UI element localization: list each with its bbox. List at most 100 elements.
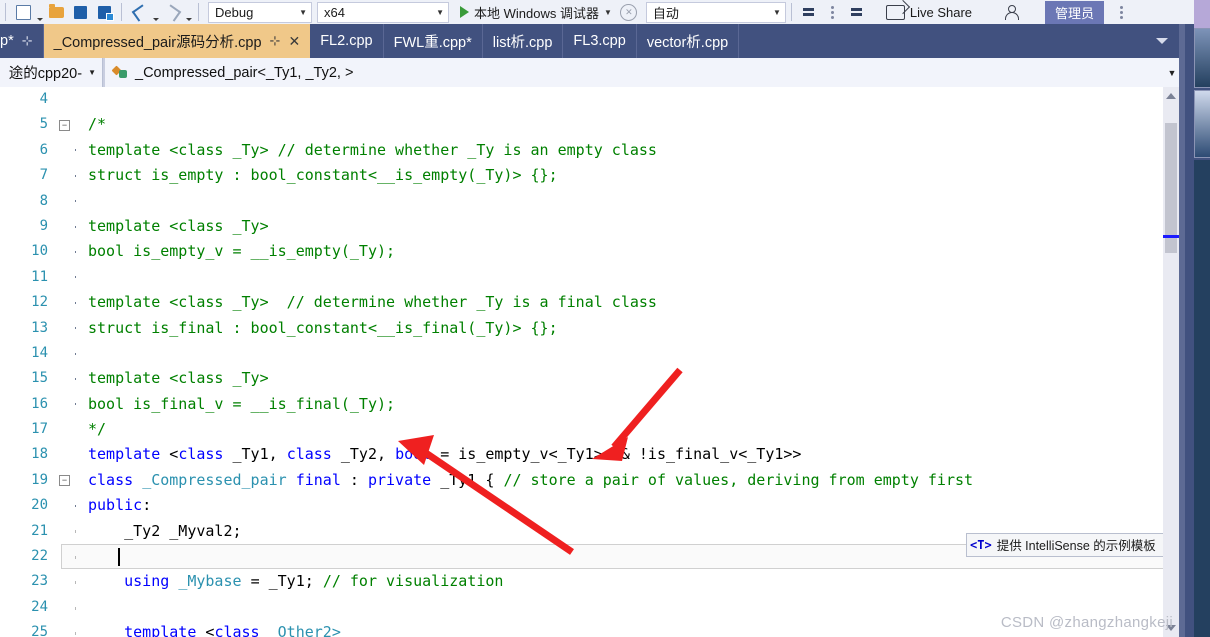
save-dropdown-caret[interactable]	[35, 0, 44, 24]
line-number: 15	[31, 370, 48, 387]
scroll-thumb[interactable]	[1165, 123, 1177, 253]
code-text[interactable]: struct is_final : bool_constant<__is_fin…	[84, 316, 1163, 341]
code-text[interactable]: */	[84, 417, 1163, 442]
code-line[interactable]: 13 struct is_final : bool_constant<__is_f…	[0, 316, 1163, 341]
code-text[interactable]: class _Compressed_pair final : private _…	[84, 468, 1163, 493]
code-text[interactable]: bool is_empty_v = __is_empty(_Ty);	[84, 239, 1163, 264]
line-number: 4	[39, 91, 48, 107]
tab-list[interactable]: list析.cpp	[483, 24, 564, 58]
toolbar-overflow-icon[interactable]	[1110, 1, 1134, 23]
code-line[interactable]: 24	[0, 595, 1163, 620]
open-folder-icon[interactable]	[44, 1, 68, 23]
code-line[interactable]: 14	[0, 341, 1163, 366]
code-text[interactable]: template <class _Ty1, class _Ty2, bool =…	[84, 442, 1163, 467]
scroll-up-arrow[interactable]	[1163, 89, 1179, 103]
code-line[interactable]: 25 template <class _Other2>	[0, 620, 1163, 637]
solution-explorer-edge[interactable]	[1179, 0, 1210, 637]
code-line[interactable]: 18 template <class _Ty1, class _Ty2, bool…	[0, 442, 1163, 467]
tab-label-fl2: FL2.cpp	[320, 33, 373, 49]
tab-vector[interactable]: vector析.cpp	[637, 24, 740, 58]
code-text[interactable]: template <class _Ty>	[84, 214, 1163, 239]
undo-icon[interactable]	[127, 1, 151, 23]
code-line[interactable]: 5− /*	[0, 112, 1163, 137]
code-line[interactable]: 6 template <class _Ty> // determine wheth…	[0, 138, 1163, 163]
live-share-button[interactable]: Live Share	[881, 1, 977, 23]
auto-combo[interactable]: 自动 ▼	[645, 1, 786, 23]
redo-icon[interactable]	[160, 1, 184, 23]
more-options-icon[interactable]	[821, 1, 845, 23]
toolbar-divider-4	[790, 3, 792, 21]
type-scope-combo[interactable]: _Compressed_pair<_Ty1, _Ty2, >	[103, 58, 1159, 87]
close-icon[interactable]: ✕	[288, 33, 300, 50]
pin-icon-partial[interactable]: ⊹	[22, 33, 33, 49]
start-debugging-label: 本地 Windows 调试器	[474, 5, 599, 21]
code-text[interactable]: /*	[84, 112, 1163, 137]
code-line[interactable]: 9 template <class _Ty>	[0, 214, 1163, 239]
code-token: public	[88, 496, 143, 515]
code-token: = _Ty1;	[250, 572, 323, 591]
code-token: bool	[395, 445, 441, 464]
redo-dropdown-caret[interactable]	[184, 0, 193, 24]
save-all-files-icon[interactable]	[92, 1, 116, 23]
platform-combo[interactable]: x64 ▼	[317, 1, 449, 23]
project-scope-combo[interactable]: 途的cpp20- ▼	[0, 58, 103, 87]
code-line[interactable]: 20 public:	[0, 493, 1163, 518]
code-line[interactable]: 16 bool is_final_v = __is_final(_Ty);	[0, 392, 1163, 417]
save-all-icon[interactable]	[68, 1, 92, 23]
code-line[interactable]: 15 template <class _Ty>	[0, 366, 1163, 391]
line-number: 7	[39, 167, 48, 184]
code-token: class	[286, 445, 341, 464]
chevron-down-icon-project: ▼	[88, 68, 96, 77]
layers-icon-2[interactable]	[845, 1, 869, 23]
code-text[interactable]: struct is_empty : bool_constant<__is_emp…	[84, 163, 1163, 188]
code-token: <	[169, 445, 179, 464]
code-text[interactable]: public:	[84, 493, 1163, 518]
project-scope-label: 途的cpp20-	[8, 66, 83, 82]
code-text[interactable]: template <class _Ty>	[84, 366, 1163, 391]
line-number: 24	[31, 598, 48, 615]
tab-label-partial: p*	[0, 33, 14, 49]
collapse-region-icon[interactable]: −	[58, 475, 71, 487]
code-token: _Other2>	[268, 623, 341, 637]
pin-icon[interactable]: ⊹	[270, 33, 281, 49]
code-editor[interactable]: 4 5−/* 6 template <class _Ty> // determine …	[0, 87, 1210, 637]
code-line[interactable]: 10 bool is_empty_v = __is_empty(_Ty);	[0, 239, 1163, 264]
code-text[interactable]: template <class _Ty> // determine whethe…	[84, 290, 1163, 315]
code-line[interactable]: 19− class _Compressed_pair final : privat…	[0, 468, 1163, 493]
code-line[interactable]: 7 struct is_empty : bool_constant<__is_em…	[0, 163, 1163, 188]
collapse-region-icon[interactable]: −	[58, 119, 71, 131]
tab-list-dropdown-icon[interactable]	[1156, 38, 1168, 44]
undo-dropdown-caret[interactable]	[151, 0, 160, 24]
tab-compressed-pair-active[interactable]: _Compressed_pair源码分析.cpp ⊹ ✕	[43, 24, 311, 58]
code-line[interactable]: 8	[0, 189, 1163, 214]
code-line[interactable]: 4	[0, 87, 1163, 112]
toolbar-divider	[5, 3, 6, 21]
tab-partial-left[interactable]: p* ⊹	[0, 24, 44, 58]
start-debugging-button[interactable]: 本地 Windows 调试器 ▼	[455, 1, 617, 23]
code-line[interactable]: 17 */	[0, 417, 1163, 442]
intellisense-tag: <T>	[970, 537, 992, 552]
code-token: bool is_empty_v = __is_empty(_Ty);	[88, 242, 396, 261]
code-token: _Ty2,	[340, 445, 396, 464]
code-line[interactable]: 23 using _Mybase = _Ty1; // for visualiz…	[0, 569, 1163, 594]
person-icon[interactable]	[999, 1, 1023, 23]
code-token: = is_empty_v<_Ty1> && !is_final_v<_Ty1>>	[440, 445, 802, 464]
chevron-down-icon-2: ▼	[436, 7, 444, 17]
code-text[interactable]: template <class _Ty> // determine whethe…	[84, 138, 1163, 163]
code-text[interactable]: using _Mybase = _Ty1; // for visualizati…	[84, 569, 1163, 594]
line-number: 6	[39, 141, 48, 158]
tab-fl3[interactable]: FL3.cpp	[563, 24, 637, 58]
layers-icon[interactable]	[797, 1, 821, 23]
code-token: final	[295, 470, 350, 489]
code-line[interactable]: 12 template <class _Ty> // determine whet…	[0, 290, 1163, 315]
stop-icon[interactable]: ✕	[617, 1, 641, 23]
code-line[interactable]: 11	[0, 265, 1163, 290]
tab-fl2[interactable]: FL2.cpp	[310, 24, 384, 58]
intellisense-template-tooltip[interactable]: <T> 提供 IntelliSense 的示例模板	[966, 533, 1171, 557]
editor-vertical-scrollbar[interactable]	[1163, 87, 1179, 637]
code-text[interactable]: bool is_final_v = __is_final(_Ty);	[84, 392, 1163, 417]
configuration-combo[interactable]: Debug ▼	[208, 1, 312, 23]
save-icon[interactable]	[11, 1, 35, 23]
tab-fwl[interactable]: FWL重.cpp*	[384, 24, 483, 58]
